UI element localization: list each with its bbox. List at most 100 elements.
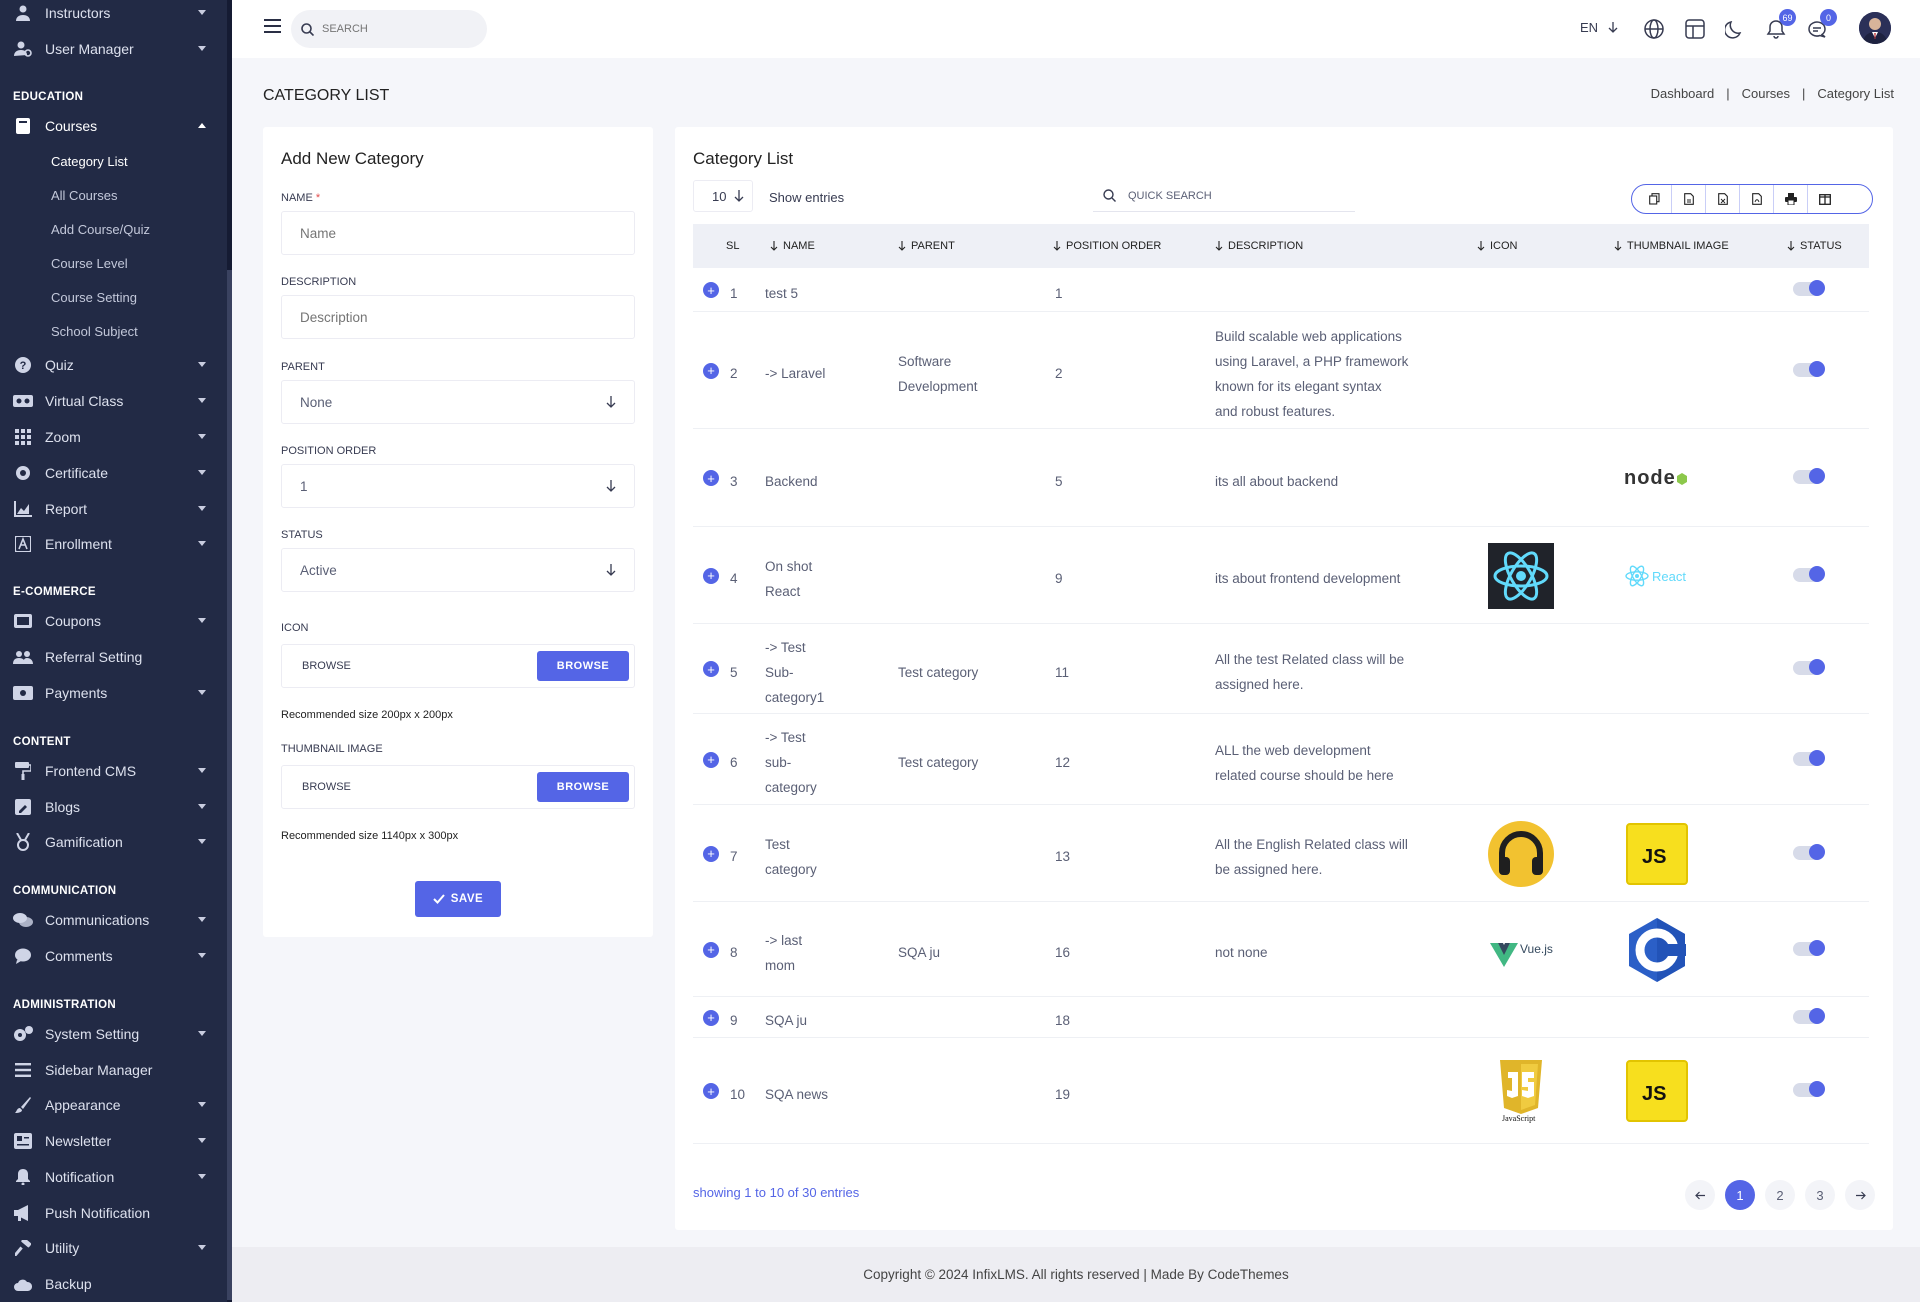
- status-toggle[interactable]: [1793, 659, 1825, 675]
- status-select[interactable]: Active: [281, 548, 635, 592]
- page-2-button[interactable]: 2: [1765, 1180, 1795, 1210]
- description-field[interactable]: [281, 295, 635, 339]
- status-toggle[interactable]: [1793, 749, 1825, 766]
- next-page-button[interactable]: [1845, 1180, 1875, 1210]
- expand-row-button[interactable]: +: [703, 362, 719, 379]
- entries-per-page-select[interactable]: 10: [693, 180, 753, 212]
- notification-bell-icon[interactable]: 69: [1764, 9, 1796, 41]
- pdf-icon[interactable]: [1740, 185, 1774, 213]
- messages-icon[interactable]: 0: [1805, 9, 1837, 41]
- expand-row-button[interactable]: +: [703, 941, 719, 958]
- prev-page-button[interactable]: [1685, 1180, 1715, 1210]
- breadcrumb-courses[interactable]: Courses: [1742, 86, 1790, 101]
- sidebar-item-zoom[interactable]: Zoom: [0, 422, 226, 452]
- sidebar-item-gamification[interactable]: Gamification: [0, 827, 226, 857]
- sidebar-sub-course-setting[interactable]: Course Setting: [51, 290, 137, 305]
- col-description[interactable]: DESCRIPTION: [1215, 240, 1303, 252]
- parent-select[interactable]: None: [281, 380, 635, 424]
- sidebar-item-referral[interactable]: Referral Setting: [0, 642, 226, 672]
- status-toggle[interactable]: [1793, 468, 1825, 484]
- expand-row-button[interactable]: +: [703, 845, 719, 862]
- print-icon[interactable]: [1774, 185, 1808, 213]
- copy-icon[interactable]: [1638, 185, 1672, 213]
- col-sl[interactable]: SL: [726, 240, 739, 252]
- layout-icon[interactable]: [1683, 17, 1707, 41]
- thumbnail-file-field[interactable]: BROWSE BROWSE: [281, 765, 635, 809]
- sidebar-item-courses[interactable]: Courses: [0, 111, 226, 141]
- page-3-button[interactable]: 3: [1805, 1180, 1835, 1210]
- status-toggle[interactable]: [1793, 565, 1825, 582]
- csv-icon[interactable]: [1672, 185, 1706, 213]
- sidebar-item-push-notification[interactable]: Push Notification: [0, 1198, 226, 1228]
- expand-row-button[interactable]: +: [703, 567, 719, 584]
- sidebar-item-coupons[interactable]: Coupons: [0, 606, 226, 636]
- sidebar-item-enrollment[interactable]: Enrollment: [0, 529, 226, 559]
- col-position-order[interactable]: POSITION ORDER: [1053, 240, 1161, 252]
- status-toggle[interactable]: [1793, 360, 1825, 377]
- expand-row-button[interactable]: +: [703, 282, 719, 298]
- search-input[interactable]: [322, 23, 472, 35]
- col-thumbnail[interactable]: THUMBNAIL IMAGE: [1614, 240, 1729, 252]
- expand-row-button[interactable]: +: [703, 751, 719, 768]
- status-toggle[interactable]: [1793, 1081, 1825, 1097]
- dark-mode-moon-icon[interactable]: [1723, 17, 1747, 41]
- expand-row-button[interactable]: +: [703, 1009, 719, 1026]
- sidebar-item-user-manager[interactable]: User Manager: [0, 34, 226, 64]
- quick-search-field[interactable]: QUICK SEARCH: [1093, 180, 1355, 212]
- globe-icon[interactable]: [1642, 17, 1666, 41]
- expand-row-button[interactable]: +: [703, 470, 719, 486]
- sidebar-sub-add-course[interactable]: Add Course/Quiz: [51, 222, 150, 237]
- save-button[interactable]: SAVE: [415, 881, 501, 917]
- export-buttons: [1631, 184, 1873, 214]
- arrow-right-icon: [1855, 1191, 1866, 1199]
- expand-row-button[interactable]: +: [703, 1083, 719, 1099]
- sidebar-item-comments[interactable]: Comments: [0, 941, 226, 971]
- sidebar-item-utility[interactable]: Utility: [0, 1233, 226, 1263]
- excel-icon[interactable]: [1706, 185, 1740, 213]
- hamburger-menu-icon[interactable]: [264, 19, 281, 33]
- sidebar-item-sidebar-manager[interactable]: Sidebar Manager: [0, 1055, 226, 1085]
- status-toggle[interactable]: [1793, 1007, 1825, 1024]
- status-toggle[interactable]: [1793, 280, 1825, 296]
- sidebar-item-system-setting[interactable]: System Setting: [0, 1019, 226, 1049]
- col-parent[interactable]: PARENT: [898, 240, 955, 252]
- table-row: +10 SQA news 19 JavaScript JS: [693, 1038, 1869, 1144]
- thumbnail-browse-button[interactable]: BROWSE: [537, 772, 629, 802]
- user-avatar[interactable]: [1859, 12, 1891, 44]
- sidebar-item-virtual-class[interactable]: Virtual Class: [0, 386, 226, 416]
- sidebar-item-frontend-cms[interactable]: Frontend CMS: [0, 756, 226, 786]
- icon-browse-button[interactable]: BROWSE: [537, 651, 629, 681]
- header-search[interactable]: [291, 10, 487, 48]
- sidebar-item-notification[interactable]: Notification: [0, 1162, 226, 1192]
- page-1-button[interactable]: 1: [1725, 1180, 1755, 1210]
- col-name[interactable]: NAME: [770, 240, 815, 252]
- sidebar-item-newsletter[interactable]: Newsletter: [0, 1126, 226, 1156]
- name-input[interactable]: [300, 225, 600, 241]
- status-toggle[interactable]: [1793, 939, 1825, 956]
- sidebar-item-payments[interactable]: Payments: [0, 678, 226, 708]
- sidebar-item-blogs[interactable]: Blogs: [0, 792, 226, 822]
- position-order-select[interactable]: 1: [281, 464, 635, 508]
- sidebar-item-communications[interactable]: Communications: [0, 905, 226, 935]
- sidebar-item-certificate[interactable]: Certificate: [0, 458, 226, 488]
- status-toggle[interactable]: [1793, 843, 1825, 860]
- col-status[interactable]: STATUS: [1787, 240, 1842, 252]
- sidebar-sub-course-level[interactable]: Course Level: [51, 256, 128, 271]
- sidebar-sub-all-courses[interactable]: All Courses: [51, 188, 117, 203]
- language-selector[interactable]: EN: [1580, 20, 1618, 35]
- sidebar-item-appearance[interactable]: Appearance: [0, 1090, 226, 1120]
- name-field[interactable]: [281, 211, 635, 255]
- sidebar-item-instructors[interactable]: Instructors: [0, 0, 226, 28]
- expand-row-button[interactable]: +: [703, 661, 719, 677]
- columns-icon[interactable]: [1808, 185, 1842, 213]
- icon-file-field[interactable]: BROWSE BROWSE: [281, 644, 635, 688]
- description-input[interactable]: [300, 309, 600, 325]
- sidebar-item-report[interactable]: Report: [0, 494, 226, 524]
- sidebar-sub-category-list[interactable]: Category List: [51, 154, 128, 169]
- breadcrumb-dashboard[interactable]: Dashboard: [1651, 86, 1715, 101]
- sidebar-item-backup[interactable]: Backup: [0, 1269, 226, 1299]
- sidebar-scrollbar[interactable]: [227, 0, 232, 1302]
- sidebar-sub-school-subject[interactable]: School Subject: [51, 324, 138, 339]
- col-icon[interactable]: ICON: [1477, 240, 1518, 252]
- sidebar-item-quiz[interactable]: ? Quiz: [0, 350, 226, 380]
